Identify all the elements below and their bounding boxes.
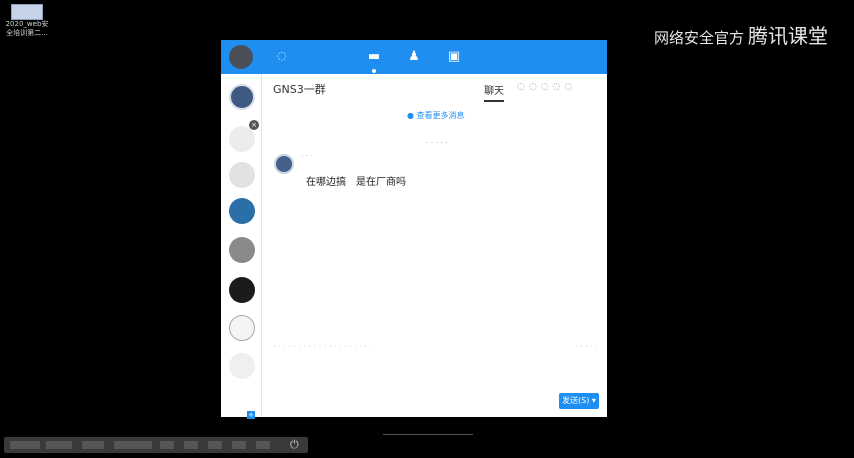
conversation-avatar[interactable] xyxy=(229,84,255,110)
sender-avatar[interactable] xyxy=(274,154,294,174)
chat-bubble-icon[interactable]: ▬ xyxy=(363,47,385,73)
status-icon[interactable]: ◌ xyxy=(277,49,287,62)
desktop-file-label-2: 全培训第二... xyxy=(6,29,48,37)
desktop-file-icon[interactable]: 2020_web安 全培训第二... xyxy=(2,4,52,38)
sender-name-placeholder: · · · xyxy=(301,152,313,160)
user-avatar[interactable] xyxy=(229,45,253,69)
watermark: 网络安全官方 腾讯课堂 xyxy=(654,20,828,49)
conversation-avatar[interactable] xyxy=(229,277,255,303)
taskbar-item[interactable] xyxy=(184,441,198,449)
apps-icon[interactable]: ▣ xyxy=(443,47,465,67)
toolbar-icons[interactable]: · · · · · · · · · · · · · · · · · · · · xyxy=(273,342,372,351)
qq-chat-window: ◌ ▬ ♟ ▣ × + GNS3一群 聊天 ◌◌◌◌◌ ● 查看更多消息 - -… xyxy=(221,40,607,419)
chat-title: GNS3一群 xyxy=(273,83,326,96)
divider xyxy=(383,434,473,435)
watermark-text: 网络安全官方 xyxy=(653,29,744,47)
timestamp-placeholder: - - - - - xyxy=(426,139,448,147)
message-text: 在哪边搞 是在厂商吗 xyxy=(306,177,406,188)
history-link[interactable]: ● 查看更多消息 xyxy=(407,110,465,121)
taskbar: ⏻ xyxy=(4,437,308,453)
input-toolbar[interactable]: · · · · · · · · · · · · · · · · · · · · … xyxy=(273,342,598,352)
taskbar-item[interactable] xyxy=(208,441,222,449)
desktop-file-label-1: 2020_web安 xyxy=(5,20,49,28)
add-icon[interactable]: + xyxy=(247,411,255,419)
chat-tool-icons[interactable]: ◌◌◌◌◌ xyxy=(517,82,576,92)
file-thumbnail-icon xyxy=(11,4,43,20)
taskbar-item[interactable] xyxy=(46,441,72,449)
taskbar-item[interactable] xyxy=(82,441,104,449)
conversation-avatar[interactable] xyxy=(229,237,255,263)
taskbar-item[interactable] xyxy=(114,441,152,449)
conversation-avatar[interactable] xyxy=(229,353,255,379)
taskbar-item[interactable] xyxy=(232,441,246,449)
window-topbar: ◌ ▬ ♟ ▣ xyxy=(221,40,607,74)
watermark-brand: 腾讯课堂 xyxy=(748,24,828,48)
send-button[interactable]: 发送(S) ▾ xyxy=(559,393,599,409)
toolbar-right-icons[interactable]: · · · · · xyxy=(575,342,598,351)
conversation-list: × xyxy=(221,74,262,417)
conversation-avatar[interactable] xyxy=(229,315,255,341)
conversation-avatar[interactable] xyxy=(229,126,255,152)
conversation-avatar[interactable] xyxy=(229,162,255,188)
taskbar-item[interactable] xyxy=(256,441,270,449)
tab-chat[interactable]: 聊天 xyxy=(484,82,504,102)
person-icon[interactable]: ♟ xyxy=(403,47,425,67)
power-icon[interactable]: ⏻ xyxy=(290,438,299,452)
conversation-avatar[interactable] xyxy=(229,198,255,224)
taskbar-item[interactable] xyxy=(10,441,40,449)
taskbar-item[interactable] xyxy=(160,441,174,449)
